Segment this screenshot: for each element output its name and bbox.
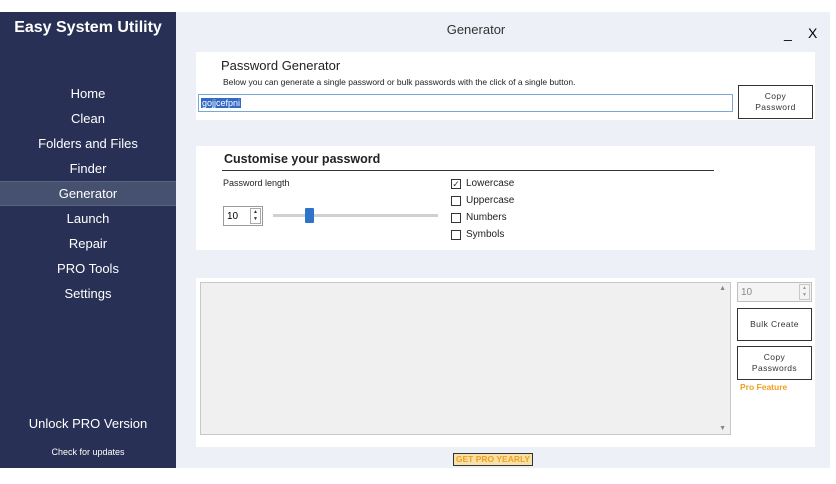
minimize-button[interactable]: _ xyxy=(784,25,792,41)
bulk-passwords-textarea[interactable]: ▲ ▼ xyxy=(200,282,731,435)
password-length-stepper[interactable]: 10 ▲ ▼ xyxy=(223,206,263,226)
bulk-count-stepper[interactable]: 10 ▲ ▼ xyxy=(737,282,812,302)
checkbox-numbers[interactable]: Numbers xyxy=(451,212,507,223)
bulk-count-value: 10 xyxy=(741,287,753,298)
bulk-create-button[interactable]: Bulk Create xyxy=(737,308,812,341)
checkbox-uppercase[interactable]: Uppercase xyxy=(451,195,514,206)
window-title: Generator xyxy=(446,22,506,37)
customise-title: Customise your password xyxy=(224,152,381,166)
copy-passwords-label-line2: Passwords xyxy=(751,363,798,373)
copy-passwords-label-line1: Copy xyxy=(763,352,786,363)
checkbox-numbers-box xyxy=(451,212,461,223)
copy-passwords-button[interactable]: Copy Passwords xyxy=(737,346,812,380)
copy-password-label-line2: Password xyxy=(755,102,796,112)
sidebar-item-repair[interactable]: Repair xyxy=(0,231,176,256)
copy-password-button[interactable]: Copy Password xyxy=(738,85,813,119)
main-window: Generator _ X Password Generator Below y… xyxy=(176,12,830,468)
sidebar-item-settings[interactable]: Settings xyxy=(0,281,176,306)
close-button[interactable]: X xyxy=(808,25,817,41)
checkbox-uppercase-box xyxy=(451,195,461,206)
bulk-stepper-arrows: ▲ ▼ xyxy=(799,284,810,300)
password-output-field[interactable]: gojjcefpni xyxy=(198,94,733,112)
checkbox-lowercase-label: Lowercase xyxy=(466,178,515,189)
sidebar-nav: Home Clean Folders and Files Finder Gene… xyxy=(0,81,176,306)
copy-password-label-line1: Copy xyxy=(764,91,787,102)
checkbox-symbols-label: Symbols xyxy=(466,229,505,240)
bulk-stepper-up-icon[interactable]: ▲ xyxy=(800,285,809,292)
checkbox-symbols-box xyxy=(451,229,461,240)
customise-divider xyxy=(222,170,714,171)
bulk-panel: ▲ ▼ 10 ▲ ▼ Bulk Create Copy Passwords Pr… xyxy=(196,278,815,447)
sidebar-item-pro-tools[interactable]: PRO Tools xyxy=(0,256,176,281)
sidebar-item-launch[interactable]: Launch xyxy=(0,206,176,231)
checkbox-symbols[interactable]: Symbols xyxy=(451,229,504,240)
stepper-arrows: ▲ ▼ xyxy=(250,208,261,224)
unlock-pro-link[interactable]: Unlock PRO Version xyxy=(0,416,176,431)
checkbox-uppercase-label: Uppercase xyxy=(466,195,515,206)
sidebar-item-generator[interactable]: Generator xyxy=(0,181,176,206)
scroll-down-icon[interactable]: ▼ xyxy=(719,425,726,432)
stepper-up-icon[interactable]: ▲ xyxy=(251,209,260,216)
checkbox-lowercase[interactable]: ✓ Lowercase xyxy=(451,178,514,189)
customise-panel: Customise your password Password length … xyxy=(196,146,815,250)
sidebar-item-folders-and-files[interactable]: Folders and Files xyxy=(0,131,176,156)
sidebar-item-home[interactable]: Home xyxy=(0,81,176,106)
pro-feature-label: Pro Feature xyxy=(740,382,788,392)
bulk-stepper-down-icon[interactable]: ▼ xyxy=(800,292,809,299)
stepper-down-icon[interactable]: ▼ xyxy=(251,216,260,223)
sidebar: Easy System Utility Home Clean Folders a… xyxy=(0,12,176,468)
checkbox-numbers-label: Numbers xyxy=(466,212,507,223)
password-generator-title: Password Generator xyxy=(221,58,341,73)
check-updates-link[interactable]: Check for updates xyxy=(0,447,176,457)
scroll-up-icon[interactable]: ▲ xyxy=(719,285,726,292)
password-value: gojjcefpni xyxy=(201,98,242,108)
sidebar-item-clean[interactable]: Clean xyxy=(0,106,176,131)
password-generator-panel: Password Generator Below you can generat… xyxy=(196,52,815,120)
app-title: Easy System Utility xyxy=(14,19,162,36)
checkbox-lowercase-box: ✓ xyxy=(451,178,461,189)
password-length-slider-thumb[interactable] xyxy=(304,208,314,223)
password-length-label: Password length xyxy=(223,178,290,188)
password-length-value: 10 xyxy=(227,211,239,222)
password-length-slider-track[interactable] xyxy=(273,214,438,217)
sidebar-item-finder[interactable]: Finder xyxy=(0,156,176,181)
get-pro-yearly-button[interactable]: GET PRO YEARLY xyxy=(453,453,533,466)
password-generator-description: Below you can generate a single password… xyxy=(223,77,576,87)
